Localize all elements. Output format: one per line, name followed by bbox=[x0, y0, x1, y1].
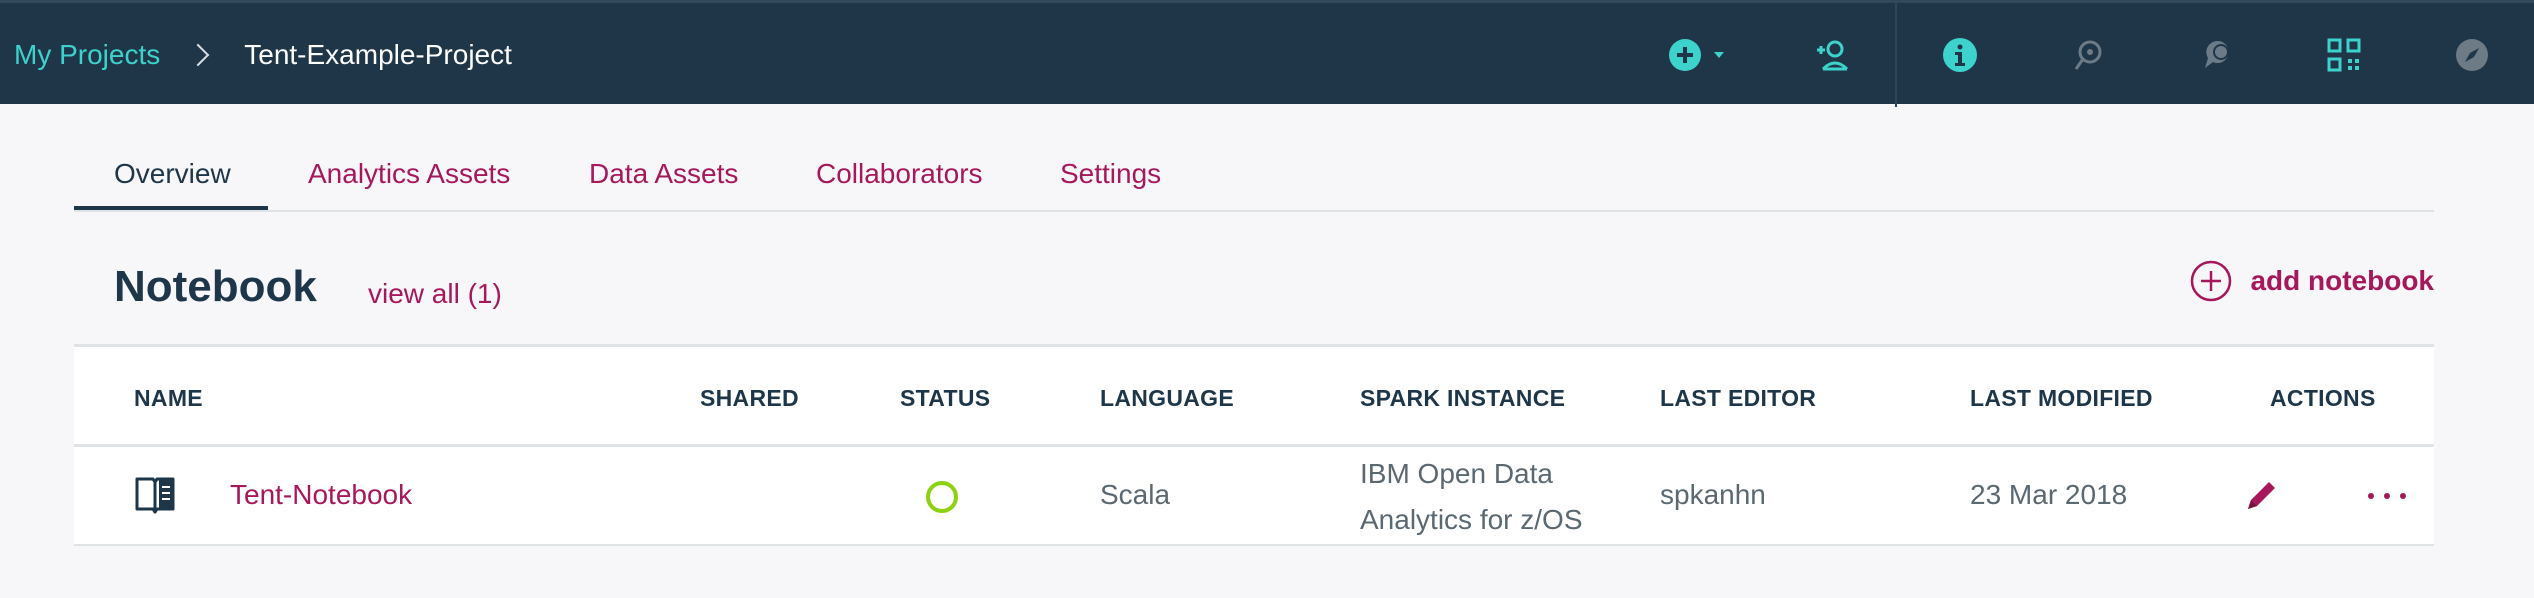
table-header: NAME SHARED STATUS LANGUAGE SPARK INSTAN… bbox=[74, 347, 2434, 447]
comments-button[interactable] bbox=[2196, 35, 2236, 75]
column-header-name[interactable]: NAME bbox=[134, 385, 203, 412]
notebook-table: NAME SHARED STATUS LANGUAGE SPARK INSTAN… bbox=[74, 344, 2434, 546]
column-header-last-editor[interactable]: LAST EDITOR bbox=[1660, 385, 1816, 412]
table-row: Tent-Notebook Scala IBM Open Data Analyt… bbox=[74, 447, 2434, 545]
spark-instance-line-1: IBM Open Data bbox=[1360, 458, 1553, 489]
history-icon bbox=[2074, 40, 2102, 70]
last-modified-value: 23 Mar 2018 bbox=[1970, 479, 2128, 510]
notebook-name-link[interactable]: Tent-Notebook bbox=[230, 479, 412, 511]
language-value: Scala bbox=[1100, 479, 1171, 510]
header-divider bbox=[1895, 3, 1897, 107]
edit-pencil-icon[interactable] bbox=[2244, 477, 2280, 513]
more-actions-icon[interactable] bbox=[2368, 493, 2406, 499]
tab-settings[interactable]: Settings bbox=[1060, 158, 1161, 190]
breadcrumb: My Projects Tent-Example-Project bbox=[14, 3, 512, 107]
explore-button[interactable] bbox=[2452, 35, 2492, 75]
data-icon bbox=[2327, 38, 2361, 72]
column-header-last-modified[interactable]: LAST MODIFIED bbox=[1970, 385, 2153, 412]
compass-icon bbox=[2456, 39, 2488, 71]
spark-instance-value: IBM Open Data Analytics for z/OS bbox=[1360, 451, 1583, 543]
spark-instance-line-2: Analytics for z/OS bbox=[1360, 504, 1583, 535]
add-notebook-label: add notebook bbox=[2250, 265, 2434, 296]
project-tabs: Overview Analytics Assets Data Assets Co… bbox=[74, 144, 2434, 212]
history-button[interactable] bbox=[2068, 35, 2108, 75]
column-header-spark-instance[interactable]: SPARK INSTANCE bbox=[1360, 385, 1565, 412]
add-collaborator-icon bbox=[1817, 40, 1849, 71]
top-navigation-bar: My Projects Tent-Example-Project bbox=[0, 0, 2534, 107]
breadcrumb-current-project: Tent-Example-Project bbox=[244, 39, 512, 70]
breadcrumb-separator-icon bbox=[186, 43, 210, 67]
chevron-down-icon bbox=[1714, 52, 1724, 58]
info-icon bbox=[1943, 38, 1977, 72]
column-header-actions: ACTIONS bbox=[2270, 385, 2376, 411]
column-header-status[interactable]: STATUS bbox=[900, 385, 990, 412]
breadcrumb-my-projects-link[interactable]: My Projects bbox=[14, 39, 160, 71]
notebook-icon bbox=[135, 477, 175, 514]
status-indicator bbox=[926, 481, 958, 513]
add-collaborator-button[interactable] bbox=[1812, 35, 1852, 75]
info-button[interactable] bbox=[1940, 35, 1980, 75]
data-panel-button[interactable] bbox=[2324, 35, 2364, 75]
comments-icon bbox=[2205, 41, 2229, 68]
section-title: Notebook bbox=[114, 262, 317, 311]
add-circle-icon bbox=[2191, 260, 2232, 302]
column-header-language[interactable]: LANGUAGE bbox=[1100, 385, 1234, 412]
add-menu-button[interactable] bbox=[1668, 35, 1738, 75]
view-all-link[interactable]: view all (1) bbox=[368, 278, 502, 310]
tab-analytics-assets[interactable]: Analytics Assets bbox=[308, 158, 510, 190]
tab-data-assets[interactable]: Data Assets bbox=[589, 158, 738, 190]
last-editor-value: spkanhn bbox=[1660, 479, 1766, 510]
column-header-shared[interactable]: SHARED bbox=[700, 385, 799, 412]
add-notebook-button[interactable]: add notebook bbox=[2190, 260, 2434, 302]
active-tab-indicator bbox=[74, 206, 268, 210]
tab-collaborators[interactable]: Collaborators bbox=[816, 158, 983, 190]
tab-overview[interactable]: Overview bbox=[114, 158, 231, 190]
add-icon bbox=[1669, 39, 1701, 71]
